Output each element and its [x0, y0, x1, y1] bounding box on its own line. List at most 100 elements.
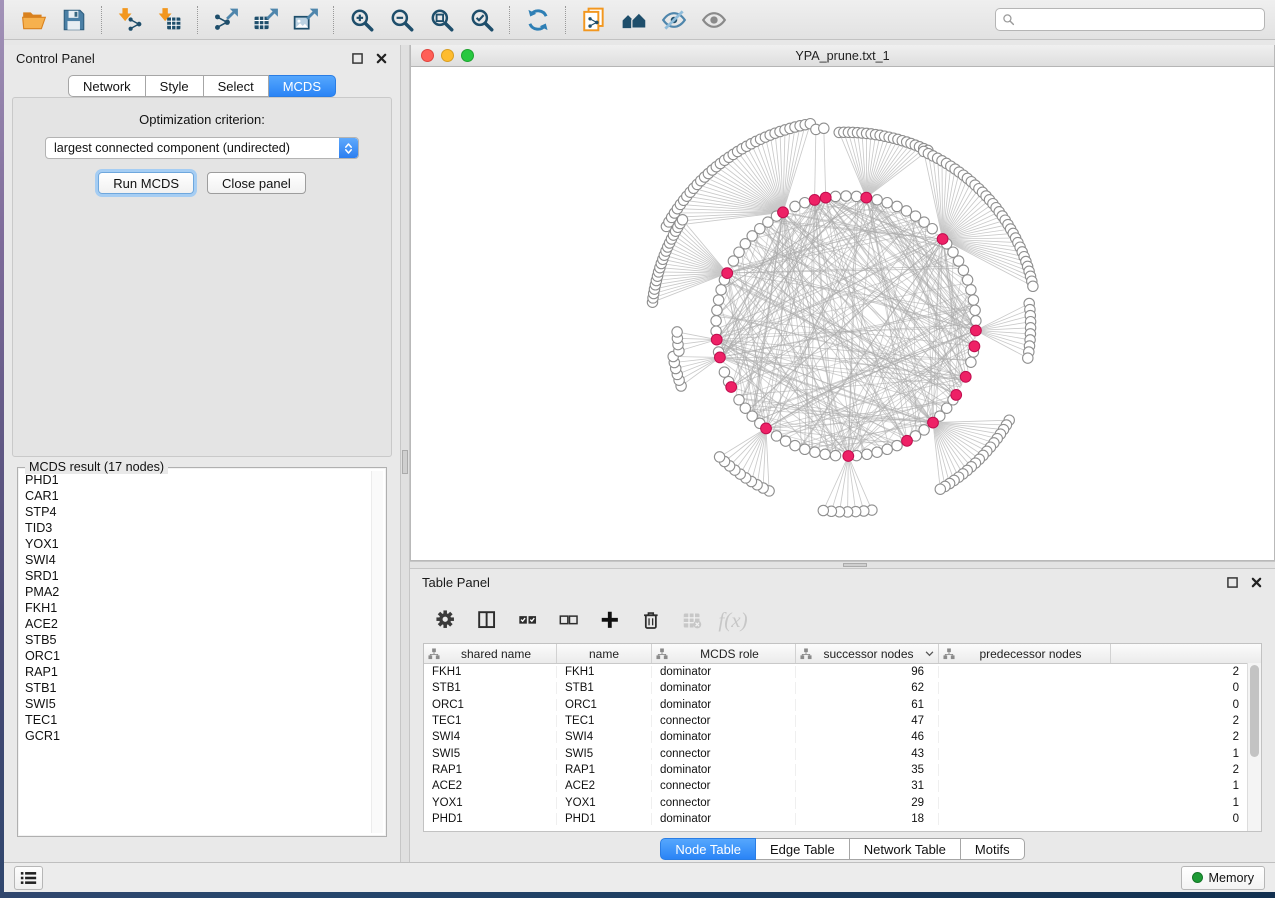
tab-mcds[interactable]: MCDS	[269, 75, 336, 97]
close-panel-icon[interactable]	[1249, 575, 1263, 589]
mcds-hub-node[interactable]	[711, 334, 722, 345]
table-row[interactable]: TEC1TEC1connector472	[424, 713, 1261, 729]
column-header-name[interactable]: name	[557, 644, 652, 663]
mcds-result-item[interactable]: CAR1	[25, 488, 370, 504]
mcds-result-item[interactable]: STB1	[25, 680, 370, 696]
memory-button[interactable]: Memory	[1181, 866, 1265, 890]
mcds-result-item[interactable]: FKH1	[25, 600, 370, 616]
mcds-result-item[interactable]: RAP1	[25, 664, 370, 680]
mcds-result-item[interactable]: SWI5	[25, 696, 370, 712]
ring-node[interactable]	[927, 224, 937, 234]
mcds-result-item[interactable]: PMA2	[25, 584, 370, 600]
tab-network-table[interactable]: Network Table	[850, 838, 961, 860]
ring-node[interactable]	[771, 431, 781, 441]
table-row[interactable]: PHD1PHD1dominator180	[424, 811, 1261, 827]
mcds-hub-node[interactable]	[843, 451, 854, 462]
export-table-button[interactable]	[246, 3, 286, 37]
mcds-hub-node[interactable]	[722, 268, 733, 279]
mcds-hub-node[interactable]	[861, 192, 872, 203]
splitter-handle[interactable]	[402, 450, 408, 474]
mcds-result-item[interactable]: ORC1	[25, 648, 370, 664]
ring-node[interactable]	[719, 367, 729, 377]
mcds-hub-node[interactable]	[715, 352, 726, 363]
ring-node[interactable]	[968, 295, 978, 305]
mcds-result-item[interactable]: ACE2	[25, 616, 370, 632]
table-row[interactable]: SWI5SWI5connector431	[424, 745, 1261, 761]
mcds-hub-node[interactable]	[937, 234, 948, 245]
mcds-hub-node[interactable]	[971, 325, 982, 336]
ring-node[interactable]	[892, 440, 902, 450]
ring-node[interactable]	[820, 449, 830, 459]
ring-node[interactable]	[862, 449, 872, 459]
leaf-node[interactable]	[714, 452, 724, 462]
mcds-hub-node[interactable]	[928, 417, 939, 428]
ring-node[interactable]	[830, 450, 840, 460]
ring-node[interactable]	[716, 285, 726, 295]
vertical-splitter[interactable]	[400, 45, 410, 862]
table-options-button[interactable]	[434, 608, 458, 632]
export-image-button[interactable]	[286, 3, 326, 37]
add-row-button[interactable]	[598, 608, 622, 632]
table-row[interactable]: RAP1RAP1dominator352	[424, 762, 1261, 778]
show-column-panel-button[interactable]	[475, 608, 499, 632]
ring-node[interactable]	[713, 295, 723, 305]
column-header-predecessor-nodes[interactable]: predecessor nodes	[939, 644, 1111, 663]
zoom-in-button[interactable]	[342, 3, 382, 37]
tab-node-table[interactable]: Node Table	[660, 838, 756, 860]
tab-style[interactable]: Style	[146, 75, 204, 97]
table-row[interactable]: STB1STB1dominator620	[424, 680, 1261, 696]
mcds-hub-node[interactable]	[761, 423, 772, 434]
select-all-button[interactable]	[516, 608, 540, 632]
zoom-out-button[interactable]	[382, 3, 422, 37]
leaf-node[interactable]	[819, 123, 829, 133]
scrollbar-thumb[interactable]	[1250, 665, 1259, 757]
ring-node[interactable]	[734, 395, 744, 405]
ring-node[interactable]	[790, 201, 800, 211]
leaf-node[interactable]	[818, 505, 828, 515]
network-canvas[interactable]	[411, 67, 1274, 560]
ring-node[interactable]	[953, 256, 963, 266]
mcds-result-item[interactable]: SRD1	[25, 568, 370, 584]
mcds-result-item[interactable]: STB5	[25, 632, 370, 648]
leaf-node[interactable]	[677, 215, 687, 225]
table-row[interactable]: YOX1YOX1connector291	[424, 794, 1261, 810]
ring-node[interactable]	[892, 201, 902, 211]
save-session-button[interactable]	[54, 3, 94, 37]
mcds-result-item[interactable]: TEC1	[25, 712, 370, 728]
first-neighbors-button[interactable]	[614, 3, 654, 37]
mcds-hub-node[interactable]	[778, 207, 789, 218]
mcds-result-item[interactable]: PHD1	[25, 472, 370, 488]
run-mcds-button[interactable]: Run MCDS	[98, 172, 194, 194]
table-row[interactable]: SWI4SWI4dominator462	[424, 729, 1261, 745]
criterion-select[interactable]: largest connected component (undirected)	[45, 137, 359, 159]
ring-node[interactable]	[872, 195, 882, 205]
show-panels-menu-button[interactable]	[14, 866, 43, 890]
mcds-hub-node[interactable]	[960, 371, 971, 382]
deselect-all-button[interactable]	[557, 608, 581, 632]
close-panel-icon[interactable]	[374, 51, 388, 65]
tab-network[interactable]: Network	[68, 75, 146, 97]
search-field[interactable]	[995, 8, 1265, 31]
float-panel-icon[interactable]	[350, 51, 364, 65]
ring-node[interactable]	[882, 198, 892, 208]
mcds-result-item[interactable]: GCR1	[25, 728, 370, 744]
import-table-button[interactable]	[150, 3, 190, 37]
mcds-hub-node[interactable]	[726, 382, 737, 393]
mcds-hub-node[interactable]	[969, 341, 980, 352]
mcds-result-item[interactable]: STP4	[25, 504, 370, 520]
leaf-node[interactable]	[1028, 281, 1038, 291]
hide-selection-button[interactable]	[654, 3, 694, 37]
zoom-selected-button[interactable]	[462, 3, 502, 37]
ring-node[interactable]	[810, 447, 820, 457]
ring-node[interactable]	[800, 444, 810, 454]
ring-node[interactable]	[790, 440, 800, 450]
ring-node[interactable]	[800, 198, 810, 208]
ring-node[interactable]	[872, 447, 882, 457]
export-network-button[interactable]	[206, 3, 246, 37]
column-header-MCDS-role[interactable]: MCDS role	[652, 644, 796, 663]
ring-node[interactable]	[970, 305, 980, 315]
delete-rows-button[interactable]	[639, 608, 663, 632]
show-all-button[interactable]	[694, 3, 734, 37]
ring-node[interactable]	[966, 357, 976, 367]
ring-node[interactable]	[841, 191, 851, 201]
